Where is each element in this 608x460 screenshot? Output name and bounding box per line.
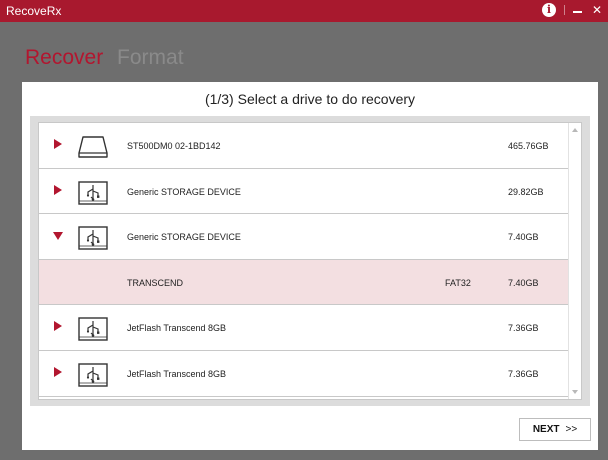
main-nav: Recover Format bbox=[25, 46, 192, 70]
tab-format[interactable]: Format bbox=[117, 46, 184, 69]
usb-drive-icon bbox=[78, 226, 108, 250]
minimize-icon[interactable] bbox=[573, 11, 582, 13]
usb-drive-icon bbox=[78, 363, 108, 387]
hard-disk-icon bbox=[78, 136, 108, 158]
drive-size: 465.76GB bbox=[508, 141, 549, 151]
drive-row[interactable]: ST500DM0 02-1BD142 465.76GB bbox=[39, 123, 581, 169]
drive-row[interactable]: JetFlash Transcend 8GB 7.36GB bbox=[39, 305, 581, 351]
drive-list-frame: ST500DM0 02-1BD142 465.76GB Generic STOR… bbox=[30, 116, 590, 406]
tab-recover[interactable]: Recover bbox=[25, 46, 103, 69]
partition-name: TRANSCEND bbox=[127, 277, 184, 288]
info-icon[interactable]: i bbox=[542, 3, 556, 17]
partition-filesystem: FAT32 bbox=[445, 277, 471, 288]
vertical-scrollbar[interactable] bbox=[568, 123, 581, 399]
drive-name: JetFlash Transcend 8GB bbox=[127, 323, 227, 334]
controls-separator bbox=[564, 5, 565, 15]
drive-size: 7.40GB bbox=[508, 232, 539, 243]
drive-row[interactable]: Generic STORAGE DEVICE 29.82GB bbox=[39, 168, 581, 215]
expand-arrow-icon[interactable] bbox=[54, 366, 62, 377]
next-button[interactable]: NEXT >> bbox=[519, 418, 591, 441]
drive-size: 7.36GB bbox=[508, 368, 539, 379]
next-button-label: NEXT bbox=[532, 424, 560, 435]
close-icon[interactable]: ✕ bbox=[592, 3, 602, 17]
partition-row[interactable]: TRANSCEND FAT32 7.40GB bbox=[39, 259, 581, 306]
scroll-up-arrow-icon[interactable] bbox=[572, 128, 578, 132]
drive-name: Generic STORAGE DEVICE bbox=[127, 186, 241, 197]
expand-arrow-icon[interactable] bbox=[54, 321, 62, 332]
drive-size: 29.82GB bbox=[508, 186, 544, 197]
drive-name: ST500DM0 02-1BD142 bbox=[127, 141, 221, 151]
title-bar: RecoveRx i ✕ bbox=[0, 0, 608, 22]
expand-arrow-icon[interactable] bbox=[54, 139, 62, 149]
drive-list: ST500DM0 02-1BD142 465.76GB Generic STOR… bbox=[38, 122, 582, 400]
window-controls: i ✕ bbox=[542, 3, 602, 17]
drive-name: JetFlash Transcend 8GB bbox=[127, 368, 227, 379]
app-title: RecoveRx bbox=[6, 4, 62, 18]
usb-drive-icon bbox=[78, 180, 108, 205]
expand-arrow-icon[interactable] bbox=[54, 184, 62, 195]
partition-size: 7.40GB bbox=[508, 277, 539, 288]
recovery-panel: (1/3) Select a drive to do recovery ST50… bbox=[22, 82, 598, 450]
drive-row[interactable]: JetFlash Transcend 8GB 7.36GB bbox=[39, 350, 581, 397]
drive-name: Generic STORAGE DEVICE bbox=[127, 232, 241, 243]
collapse-arrow-icon[interactable] bbox=[53, 232, 63, 241]
next-arrow-icon: >> bbox=[565, 424, 578, 435]
drive-size: 7.36GB bbox=[508, 323, 539, 334]
scroll-down-arrow-icon[interactable] bbox=[572, 390, 578, 394]
drive-row[interactable]: Generic STORAGE DEVICE 7.40GB bbox=[39, 214, 581, 260]
step-title: (1/3) Select a drive to do recovery bbox=[204, 91, 416, 107]
usb-drive-icon bbox=[78, 317, 108, 342]
